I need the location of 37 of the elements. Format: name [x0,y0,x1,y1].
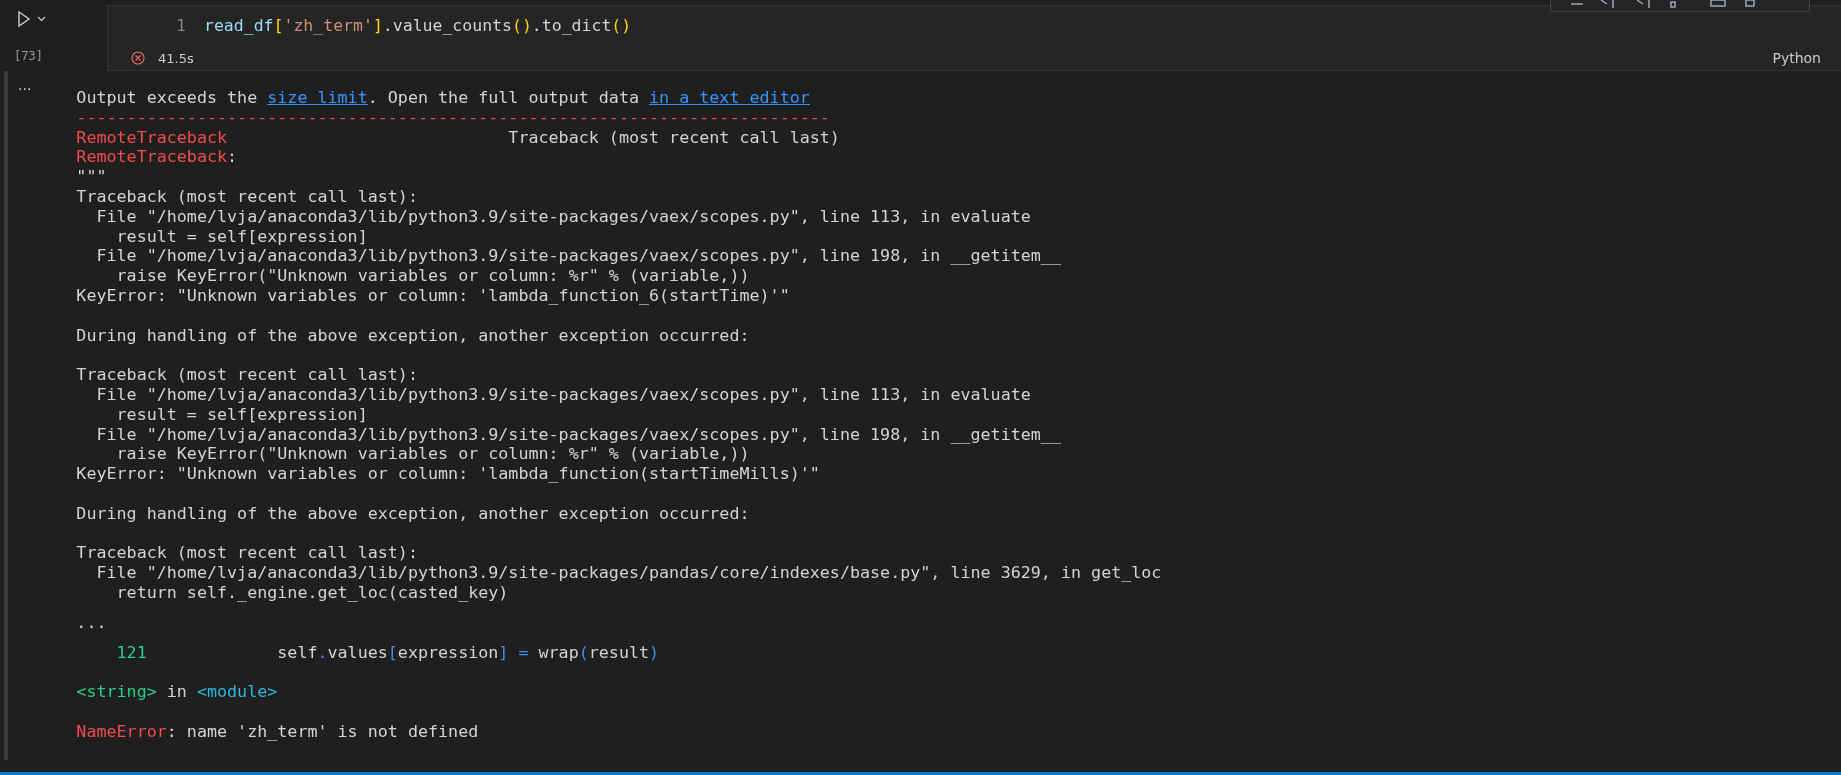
output-line: """ [76,167,108,187]
output-line: Traceback (most recent call last): [76,187,419,207]
output-line: NameError: name 'zh_term' is not defined [76,721,480,742]
output-link[interactable]: size limit [267,87,368,107]
output-line: result = self[expression] [115,226,369,247]
run-icon[interactable] [17,11,31,27]
code-editor[interactable]: 1 read_df['zh_term'].value_counts().to_dict() 41.5s Python [107,5,1841,71]
output-line: Traceback (most recent call last): [76,543,419,564]
output-line: RemoteTraceback: [76,147,239,168]
output-line: Traceback (most recent call last): [76,365,419,385]
line-number: 1 [175,16,186,35]
output-line: KeyError: "Unknown variables or column: 'lambda_function_6(startTime)'" [76,285,791,306]
output-line: File "/home/lvja/anaconda3/lib/python3.9/site-packages/vaex/scopes.py", line 113, in evaluate [95,206,1032,227]
output-line: During handling of the above exception, another exception occurred: [76,325,751,346]
output-line: Output exceeds the size limit. Open the full output data in a text editor [76,88,811,108]
chevron-down-icon[interactable] [37,16,46,22]
output-line: raise KeyError("Unknown variables or column: %r" % (variable,)) [115,444,751,465]
output-line: File "/home/lvja/anaconda3/lib/python3.9/site-packages/pandas/core/indexes/base.py", line 3629, in get_loc [95,563,1162,583]
output-line: KeyError: "Unknown variables or column: 'lambda_function(startTimeMills)'" [76,464,821,484]
output-line: During handling of the above exception, another exception occurred: [76,503,751,524]
output-line: --------------------------------------------------------------------------- [76,107,831,128]
execution-time: 41.5s [158,50,194,66]
code-line: read_df['zh_term'].value_counts().to_dict() [204,16,632,35]
output-line: 121 self.values[expression] = wrap(result) [115,642,661,663]
output-line: <string> in <module> [76,682,279,702]
kernel-language[interactable]: Python [1772,50,1821,66]
output-link[interactable]: in a text editor [649,87,810,107]
output-line: raise KeyError("Unknown variables or column: %r" % (variable,)) [115,266,751,286]
execution-count: [73] [14,49,44,63]
output-line: result = self[expression] [115,404,369,425]
output-menu-button[interactable]: ... [18,77,32,93]
output-line: RemoteTraceback Traceback (most recent call last) [76,127,841,148]
output-line: File "/home/lvja/anaconda3/lib/python3.9/site-packages/vaex/scopes.py", line 198, in __getitem__ [95,424,1062,445]
output-line: File "/home/lvja/anaconda3/lib/python3.9/site-packages/vaex/scopes.py", line 198, in __getitem__ [95,246,1062,267]
output-line: return self._engine.get_loc(casted_key) [115,582,510,603]
output-line: File "/home/lvja/anaconda3/lib/python3.9/site-packages/vaex/scopes.py", line 113, in evaluate [95,384,1032,405]
output-line: ... [76,612,108,633]
